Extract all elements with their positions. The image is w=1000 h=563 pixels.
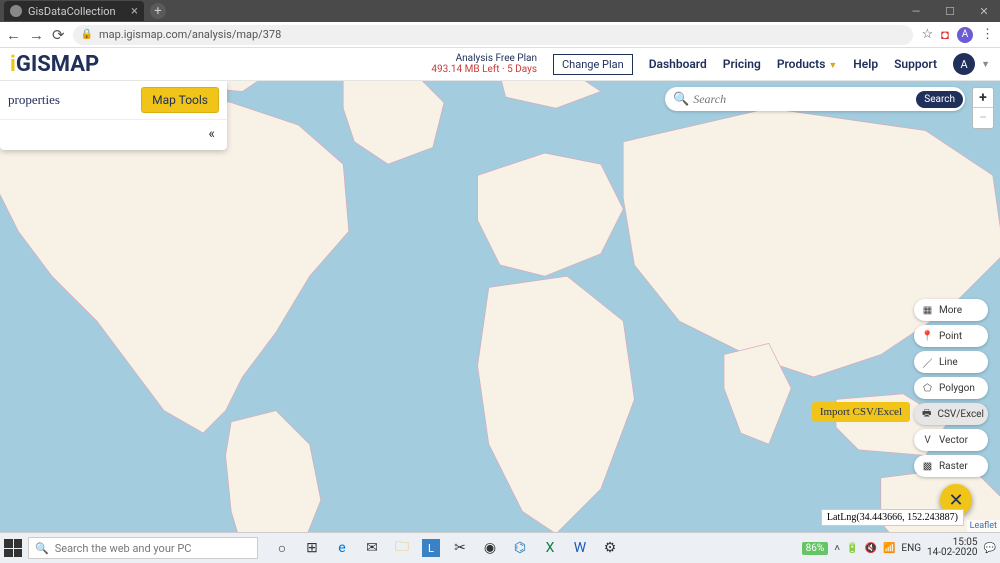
new-tab-button[interactable]: +: [150, 3, 166, 19]
word-icon[interactable]: W: [570, 538, 590, 558]
excel-icon[interactable]: X: [540, 538, 560, 558]
change-plan-button[interactable]: Change Plan: [553, 54, 633, 75]
tray-wifi-icon[interactable]: 📶: [883, 543, 895, 554]
polygon-icon: ⬠: [922, 383, 933, 394]
tray-volume-icon[interactable]: 🔇: [865, 543, 877, 554]
window-maximize[interactable]: ☐: [938, 5, 962, 18]
taskbar-search[interactable]: 🔍 Search the web and your PC: [28, 537, 258, 559]
lock-icon: 🔒: [81, 29, 93, 40]
browser-tab[interactable]: GisDataCollection ×: [4, 1, 144, 21]
tab-favicon: [10, 5, 22, 17]
nav-forward-icon[interactable]: →: [29, 26, 44, 44]
browser-address-bar: ← → ⟳ 🔒 map.igismap.com/analysis/map/378…: [0, 22, 1000, 48]
tool-polygon[interactable]: ⬠ Polygon: [914, 377, 988, 399]
nav-back-icon[interactable]: ←: [6, 26, 21, 44]
chrome-icon[interactable]: ◉: [480, 538, 500, 558]
nav-support[interactable]: Support: [894, 57, 937, 71]
cortana-icon[interactable]: ○: [272, 538, 292, 558]
point-icon: 📍: [922, 331, 933, 342]
window-close[interactable]: ✕: [972, 5, 996, 18]
map-search-bar: 🔍 Search: [665, 87, 965, 111]
search-input[interactable]: [693, 92, 916, 107]
map-tools-button[interactable]: Map Tools: [141, 87, 219, 113]
zoom-control: + −: [972, 87, 994, 129]
nav-pricing[interactable]: Pricing: [723, 57, 761, 71]
close-icon: ✕: [948, 490, 963, 511]
search-icon: 🔍: [673, 92, 689, 107]
browser-user-avatar[interactable]: A: [957, 27, 973, 43]
browser-menu-icon[interactable]: ⋮: [981, 27, 994, 42]
tool-vector[interactable]: V Vector: [914, 429, 988, 451]
tooltip-csv-excel: Import CSV/Excel: [812, 402, 910, 422]
snip-icon[interactable]: ✂: [450, 538, 470, 558]
tray-battery-icon[interactable]: 🔋: [846, 543, 858, 554]
tray-lang[interactable]: ENG: [901, 543, 921, 554]
nav-reload-icon[interactable]: ⟳: [52, 26, 65, 44]
tool-label: Raster: [939, 461, 968, 472]
app-header: iGISMAP Analysis Free Plan 493.14 MB Lef…: [0, 48, 1000, 81]
nav-products[interactable]: Products ▼: [777, 57, 837, 71]
csv-icon: 🖶: [922, 409, 931, 420]
tool-raster[interactable]: ▩ Raster: [914, 455, 988, 477]
chevron-down-icon: ▼: [828, 61, 837, 71]
start-button[interactable]: [4, 539, 22, 557]
search-icon: 🔍: [35, 542, 49, 555]
properties-panel: properties Map Tools «: [0, 81, 227, 150]
collapse-panel-button[interactable]: «: [0, 120, 227, 150]
window-minimize[interactable]: ―: [904, 5, 928, 18]
line-icon: ／: [922, 357, 933, 368]
tray-date: 14-02-2020: [927, 548, 978, 558]
tool-more[interactable]: ▦ More: [914, 299, 988, 321]
nav-dashboard[interactable]: Dashboard: [649, 57, 707, 71]
settings-icon[interactable]: ⚙: [600, 538, 620, 558]
plan-info: Analysis Free Plan 493.14 MB Left · 5 Da…: [431, 53, 537, 75]
edge-icon[interactable]: e: [332, 538, 352, 558]
taskbar-search-placeholder: Search the web and your PC: [55, 542, 192, 555]
tool-label: Line: [939, 357, 958, 368]
zoom-in-button[interactable]: +: [973, 88, 993, 108]
address-field[interactable]: 🔒 map.igismap.com/analysis/map/378: [73, 25, 914, 45]
tray-clock[interactable]: 15:05 14-02-2020: [927, 538, 978, 558]
tool-line[interactable]: ／ Line: [914, 351, 988, 373]
battery-indicator[interactable]: 86%: [802, 542, 829, 555]
vector-icon: V: [922, 435, 933, 446]
map-canvas[interactable]: properties Map Tools « 🔍 Search + − ▦ Mo…: [0, 81, 1000, 532]
mail-icon[interactable]: ✉: [362, 538, 382, 558]
raster-icon: ▩: [922, 461, 933, 472]
tray-notifications-icon[interactable]: 💬: [984, 543, 996, 554]
tool-label: Point: [939, 331, 962, 342]
search-button[interactable]: Search: [916, 91, 963, 108]
tool-csv-excel[interactable]: 🖶 CSV/Excel: [914, 403, 988, 425]
logo-text: GISMAP: [16, 52, 99, 77]
taskview-icon[interactable]: ⊞: [302, 538, 322, 558]
explorer-icon[interactable]: 🗀: [392, 538, 412, 558]
tool-point[interactable]: 📍 Point: [914, 325, 988, 347]
url-text: map.igismap.com/analysis/map/378: [99, 28, 281, 41]
plan-name: Analysis Free Plan: [431, 53, 537, 64]
plan-quota: 493.14 MB Left · 5 Days: [431, 64, 537, 75]
tool-label: Vector: [939, 435, 968, 446]
nav-help[interactable]: Help: [853, 57, 878, 71]
browser-tab-strip: GisDataCollection × + ― ☐ ✕: [0, 0, 1000, 22]
properties-title: properties: [8, 92, 60, 108]
leaflet-attribution[interactable]: Leaflet: [967, 520, 1000, 532]
star-icon[interactable]: ☆: [921, 27, 933, 42]
user-menu-caret-icon[interactable]: ▼: [981, 59, 990, 70]
vscode-icon[interactable]: ⌬: [510, 538, 530, 558]
tool-label: More: [939, 305, 962, 316]
windows-taskbar: 🔍 Search the web and your PC ○ ⊞ e ✉ 🗀 L…: [0, 532, 1000, 563]
tab-title: GisDataCollection: [28, 5, 116, 18]
latlng-readout: LatLng(34.443666, 152.243887): [821, 509, 964, 526]
zoom-out-button[interactable]: −: [973, 108, 993, 128]
app-icon-l[interactable]: L: [422, 539, 440, 557]
extension-icon[interactable]: ◘: [941, 27, 949, 43]
more-icon: ▦: [922, 305, 933, 316]
logo[interactable]: iGISMAP: [10, 51, 99, 77]
tool-label: Polygon: [939, 383, 975, 394]
window-controls: ― ☐ ✕: [904, 5, 996, 18]
tool-label: CSV/Excel: [937, 409, 983, 420]
tray-chevron-icon[interactable]: ˄: [834, 543, 840, 554]
tab-close-icon[interactable]: ×: [131, 4, 138, 19]
user-avatar[interactable]: A: [953, 53, 975, 75]
